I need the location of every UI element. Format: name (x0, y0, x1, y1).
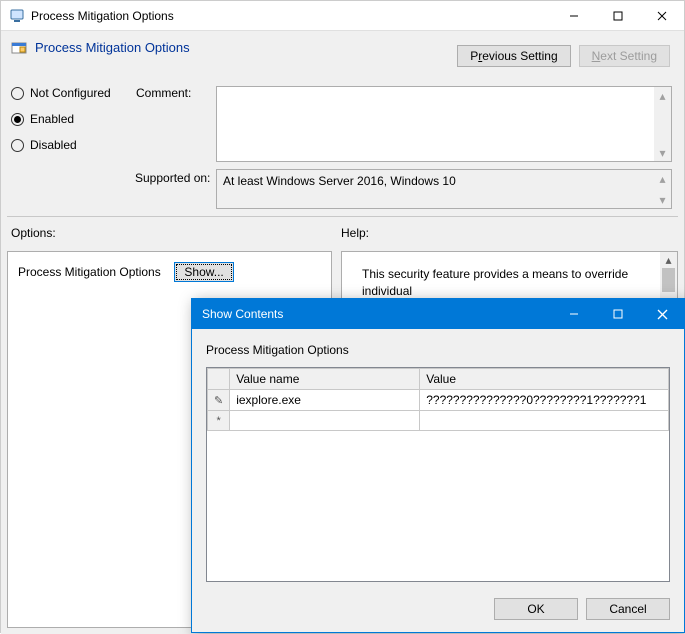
scrollbar-thumb[interactable] (662, 268, 675, 292)
dialog-maximize-button[interactable] (596, 299, 640, 329)
cell-value[interactable] (420, 411, 669, 431)
window-titlebar: Process Mitigation Options (1, 1, 684, 31)
radio-label: Enabled (30, 112, 74, 126)
cell-value-name[interactable] (230, 411, 420, 431)
dialog-title: Show Contents (192, 307, 552, 321)
close-button[interactable] (640, 1, 684, 30)
window-title: Process Mitigation Options (31, 9, 552, 23)
maximize-button[interactable] (596, 1, 640, 30)
dialog-close-button[interactable] (640, 299, 684, 329)
comment-label: Comment: (136, 86, 191, 100)
cancel-button[interactable]: Cancel (586, 598, 670, 620)
chevron-up-icon: ▴ (654, 170, 671, 187)
next-setting-button[interactable]: Next Setting (579, 45, 670, 67)
chevron-up-icon: ▴ (660, 252, 677, 268)
app-icon (9, 8, 25, 24)
options-row-label: Process Mitigation Options (18, 265, 161, 279)
values-grid[interactable]: Value name Value ✎ iexplore.exe ????????… (206, 367, 670, 582)
supported-label: Supported on: (135, 171, 210, 185)
chevron-up-icon: ▴ (654, 87, 671, 104)
dialog-titlebar: Show Contents (192, 299, 684, 329)
radio-icon (11, 113, 24, 126)
radio-disabled[interactable]: Disabled (11, 138, 111, 152)
options-label: Options: (11, 226, 56, 240)
policy-icon (11, 39, 27, 55)
supported-on-text: At least Windows Server 2016, Windows 10 (217, 170, 654, 208)
radio-label: Not Configured (30, 86, 111, 100)
ok-button[interactable]: OK (494, 598, 578, 620)
row-marker: ✎ (208, 390, 230, 411)
radio-label: Disabled (30, 138, 77, 152)
divider (7, 216, 678, 217)
table-row[interactable]: ✎ iexplore.exe ???????????????0????????1… (208, 390, 669, 411)
radio-enabled[interactable]: Enabled (11, 112, 111, 126)
table-row[interactable]: * (208, 411, 669, 431)
show-button[interactable]: Show... (174, 262, 234, 282)
radio-icon (11, 87, 24, 100)
chevron-down-icon: ▾ (654, 191, 671, 208)
supported-scrollbar: ▴ ▾ (654, 170, 671, 208)
chevron-down-icon: ▾ (654, 144, 671, 161)
radio-not-configured[interactable]: Not Configured (11, 86, 111, 100)
cell-value[interactable]: ???????????????0????????1???????1 (420, 390, 669, 411)
comment-scrollbar[interactable]: ▴ ▾ (654, 87, 671, 161)
dialog-minimize-button[interactable] (552, 299, 596, 329)
previous-setting-button[interactable]: Previous Setting (457, 45, 570, 67)
comment-textarea[interactable]: ▴ ▾ (216, 86, 672, 162)
help-label: Help: (341, 226, 369, 240)
dialog-subtitle: Process Mitigation Options (206, 343, 670, 357)
cell-value-name[interactable]: iexplore.exe (230, 390, 420, 411)
supported-on-box: At least Windows Server 2016, Windows 10… (216, 169, 672, 209)
page-title: Process Mitigation Options (35, 40, 190, 55)
show-contents-dialog: Show Contents Process Mitigation Options… (191, 298, 685, 633)
col-value[interactable]: Value (420, 369, 669, 390)
col-value-name[interactable]: Value name (230, 369, 420, 390)
row-marker: * (208, 411, 230, 431)
minimize-button[interactable] (552, 1, 596, 30)
radio-icon (11, 139, 24, 152)
grid-corner (208, 369, 230, 390)
